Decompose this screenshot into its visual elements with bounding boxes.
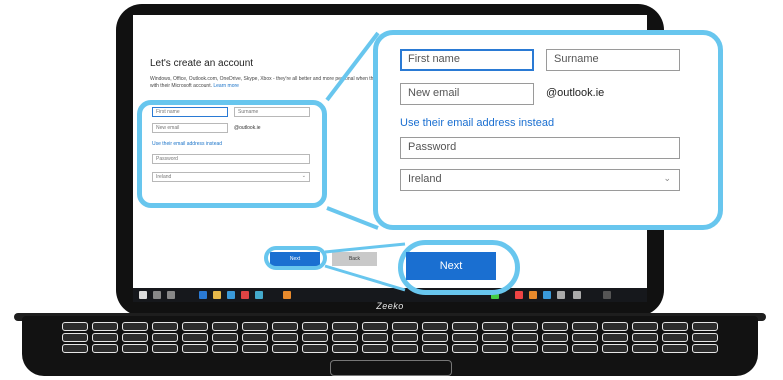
key-row <box>22 344 758 353</box>
taskbar <box>133 288 647 302</box>
key-row <box>22 322 758 331</box>
country-select[interactable]: Ireland ⌄ <box>400 169 680 191</box>
surname-input[interactable]: Surname <box>546 49 680 71</box>
tray-icon[interactable] <box>557 291 565 299</box>
highlight-form-small <box>137 100 327 208</box>
file-explorer-icon[interactable] <box>213 291 221 299</box>
learn-more-link[interactable]: Learn more <box>213 83 239 89</box>
surname-placeholder: Surname <box>554 53 599 65</box>
tray-icon[interactable] <box>529 291 537 299</box>
highlight-next-small <box>264 246 327 270</box>
password-placeholder: Password <box>408 141 457 153</box>
brand-logo: Zeeko <box>376 301 404 311</box>
email-domain-label: @outlook.ie <box>546 87 605 99</box>
mail-icon[interactable] <box>255 291 263 299</box>
store-icon[interactable] <box>227 291 235 299</box>
dialog-description: Windows, Office, Outlook.com, OneDrive, … <box>150 76 395 90</box>
search-icon[interactable] <box>153 291 161 299</box>
edge-icon[interactable] <box>199 291 207 299</box>
next-button[interactable]: Next <box>406 252 496 280</box>
first-name-input[interactable]: First name <box>400 49 534 71</box>
app-icon[interactable] <box>283 291 291 299</box>
key-row <box>22 333 758 342</box>
description-text: Windows, Office, Outlook.com, OneDrive, … <box>150 76 395 89</box>
trackpad <box>330 360 452 376</box>
dialog-title: Let's create an account <box>150 58 254 69</box>
start-icon[interactable] <box>139 291 147 299</box>
password-input[interactable]: Password <box>400 137 680 159</box>
tray-icon[interactable] <box>573 291 581 299</box>
tray-icon[interactable] <box>543 291 551 299</box>
app-icon[interactable] <box>241 291 249 299</box>
chevron-down-icon: ⌄ <box>663 173 671 183</box>
back-button-small[interactable]: Back <box>332 252 377 266</box>
task-view-icon[interactable] <box>167 291 175 299</box>
first-name-placeholder: First name <box>408 53 460 65</box>
email-placeholder: New email <box>408 87 460 99</box>
country-value: Ireland <box>408 173 442 185</box>
use-existing-email-link[interactable]: Use their email address instead <box>400 117 554 129</box>
zoomed-form-panel: First name Surname New email @outlook.ie… <box>373 30 723 230</box>
notification-icon[interactable] <box>603 291 611 299</box>
new-email-input[interactable]: New email <box>400 83 534 105</box>
tray-icon[interactable] <box>515 291 523 299</box>
